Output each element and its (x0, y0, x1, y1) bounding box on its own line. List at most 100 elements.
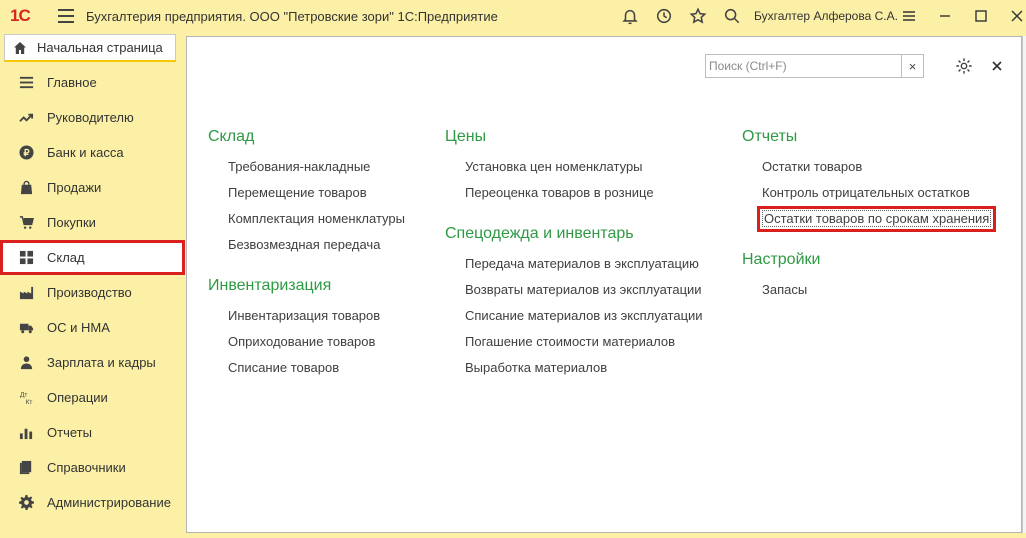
menu-link-label: Переоценка товаров в рознице (465, 185, 654, 200)
window-title: Бухгалтерия предприятия. ООО "Петровские… (86, 8, 498, 24)
menu-link[interactable]: Переоценка товаров в рознице (445, 180, 654, 206)
menu-link-label: Безвозмездная передача (228, 237, 381, 252)
sidebar-item[interactable]: Отчеты (0, 415, 185, 450)
group-title: Спецодежда и инвентарь (445, 225, 634, 242)
truck-icon (18, 320, 34, 336)
user-name[interactable]: Бухгалтер Алферова С.А. (754, 9, 898, 23)
minimize-icon[interactable] (936, 6, 954, 26)
tab-home-page[interactable]: Начальная страница (4, 34, 176, 62)
search-clear-button[interactable]: × (901, 55, 923, 77)
sidebar-item-label: Операции (47, 390, 108, 405)
menu-link[interactable]: Остатки товаров (742, 154, 862, 180)
bell-icon[interactable] (620, 6, 640, 26)
title-bar: 1С Бухгалтерия предприятия. ООО "Петровс… (0, 0, 1026, 32)
sidebar-item[interactable]: Производство (0, 275, 185, 310)
sidebar-item[interactable]: ₽ Банк и касса (0, 135, 185, 170)
sidebar-item[interactable]: Склад (0, 240, 185, 275)
menu-link[interactable]: Перемещение товаров (208, 180, 367, 206)
star-icon[interactable] (688, 6, 708, 26)
menu-link[interactable]: Выработка материалов (445, 355, 607, 381)
group-title: Склад (208, 128, 255, 145)
tab-strip: Начальная страница (0, 32, 186, 62)
menu-link[interactable]: Оприходование товаров (208, 329, 375, 355)
sidebar-item[interactable]: Покупки (0, 205, 185, 240)
close-icon[interactable] (988, 57, 1006, 75)
menu-link[interactable]: Остатки товаров по срокам хранения (757, 206, 997, 232)
settings-lines-icon[interactable] (900, 6, 918, 26)
menu-link[interactable]: Передача материалов в эксплуатацию (445, 251, 699, 277)
menu-link[interactable]: Погашение стоимости материалов (445, 329, 675, 355)
menu-link[interactable]: Безвозмездная передача (208, 232, 380, 258)
sidebar-item[interactable]: Администрирование (0, 485, 185, 520)
sidebar-item-label: Администрирование (47, 495, 171, 510)
menu-link-label: Возвраты материалов из эксплуатации (465, 282, 702, 297)
gear-icon[interactable] (955, 57, 975, 77)
sidebar-item[interactable]: ОС и НМА (0, 310, 185, 345)
menu-link-label: Инвентаризация товаров (228, 308, 381, 323)
menu-link-label: Выработка материалов (465, 360, 608, 375)
sidebar-item[interactable]: Справочники (0, 450, 185, 485)
sidebar-item-label: Руководителю (47, 110, 134, 125)
menu-link[interactable]: Контроль отрицательных остатков (742, 180, 970, 206)
sidebar-item[interactable]: Зарплата и кадры (0, 345, 185, 380)
menu-link-label: Погашение стоимости материалов (465, 334, 676, 349)
link-group: Спецодежда и инвентарь Передача материало… (445, 224, 735, 381)
sidebar-item[interactable]: Продажи (0, 170, 185, 205)
cart-icon (18, 215, 34, 231)
menu-link[interactable]: Инвентаризация товаров (208, 303, 380, 329)
menu-link[interactable]: Запасы (742, 277, 807, 303)
sidebar-item-label: Главное (47, 75, 97, 90)
sidebar-item-label: Справочники (47, 460, 126, 475)
1c-logo: 1С (10, 6, 31, 25)
menu-link[interactable]: Комплектация номенклатуры (208, 206, 405, 232)
sidebar-item-label: ОС и НМА (47, 320, 110, 335)
sidebar-item-label: Производство (47, 285, 132, 300)
menu-link-label: Остатки товаров по срокам хранения (762, 210, 992, 227)
group-title: Цены (445, 128, 487, 145)
menu-link-label: Остатки товаров (762, 159, 863, 174)
gear-icon (18, 495, 34, 511)
link-group: Отчеты Остатки товаров Контроль отрицатель… (742, 127, 1002, 232)
group-title: Настройки (742, 251, 821, 268)
history-icon[interactable] (654, 6, 674, 26)
menu-link-label: Комплектация номенклатуры (228, 211, 405, 226)
svg-text:₽: ₽ (23, 148, 29, 158)
sidebar-item-label: Зарплата и кадры (47, 355, 156, 370)
menu-link-label: Контроль отрицательных остатков (762, 185, 970, 200)
menu-link[interactable]: Возвраты материалов из эксплуатации (445, 277, 702, 303)
sidebar-item[interactable]: Руководителю (0, 100, 185, 135)
sidebar-item[interactable]: Дт Кт Операции (0, 380, 185, 415)
book-icon (18, 460, 34, 476)
menu-link[interactable]: Требования-накладные (208, 154, 370, 180)
sidebar-item-label: Продажи (47, 180, 102, 195)
menu-link-label: Списание товаров (228, 360, 340, 375)
person-icon (18, 355, 34, 371)
menu-link[interactable]: Установка цен номенклатуры (445, 154, 643, 180)
dt-text: Дт (19, 392, 26, 399)
search-icon[interactable] (722, 6, 742, 26)
menu-link-label: Оприходование товаров (228, 334, 376, 349)
column-1: Склад Требования-накладные Перемещение тов… (208, 127, 438, 399)
bar-chart-icon (18, 425, 34, 441)
ruble-icon: ₽ (18, 145, 34, 161)
search-box: × (705, 54, 924, 78)
menu-link-label: Списание материалов из эксплуатации (465, 308, 703, 323)
maximize-icon[interactable] (972, 6, 990, 26)
close-window-icon[interactable] (1008, 6, 1026, 26)
link-group: Инвентаризация Инвентаризация товаров Опри… (208, 276, 438, 381)
menu-link[interactable]: Списание материалов из эксплуатации (445, 303, 703, 329)
sidebar-item[interactable]: Главное (0, 65, 185, 100)
menu-link-label: Установка цен номенклатуры (465, 159, 643, 174)
menu-link-label: Передача материалов в эксплуатацию (465, 256, 699, 271)
factory-icon (18, 285, 34, 301)
menu-link-label: Перемещение товаров (228, 185, 367, 200)
menu-link[interactable]: Списание товаров (208, 355, 339, 381)
main-panel: × Склад Требования-накладные Перемещение т… (186, 36, 1022, 533)
group-title: Отчеты (742, 128, 798, 145)
warehouse-icon (18, 250, 34, 266)
search-input[interactable] (706, 55, 902, 77)
sidebar-item-label: Склад (47, 250, 85, 265)
sidebar-nav: Главное Руководителю ₽ Банк и касса Продажи П… (0, 65, 185, 520)
menu-icon[interactable] (58, 9, 74, 23)
background-window-edge (1022, 36, 1026, 533)
